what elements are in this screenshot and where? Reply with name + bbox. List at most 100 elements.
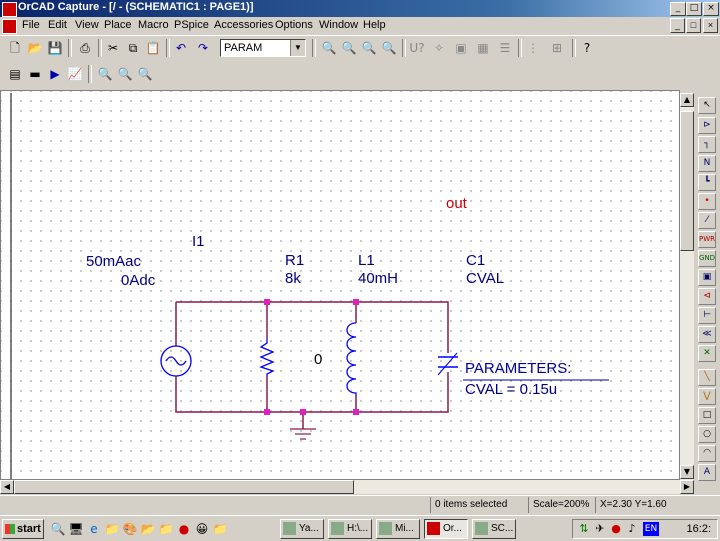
place-ellipse-icon[interactable]: ○: [698, 426, 716, 443]
zoom-in-icon[interactable]: 🔍: [320, 39, 338, 57]
parameters-title[interactable]: PARAMETERS:: [465, 360, 571, 377]
netlist-icon[interactable]: ▦: [474, 39, 492, 57]
task-button-1[interactable]: Ya...: [280, 519, 324, 539]
place-power-icon[interactable]: PWR: [698, 231, 716, 248]
quicklaunch-3-icon[interactable]: e: [86, 521, 102, 537]
resistor-value[interactable]: 8k: [285, 270, 301, 287]
quicklaunch-4-icon[interactable]: 📁: [104, 521, 120, 537]
language-indicator[interactable]: EN: [643, 522, 659, 536]
close-button[interactable]: ×: [703, 2, 719, 16]
task-button-3[interactable]: Mi...: [376, 519, 420, 539]
resistor-refdes[interactable]: R1: [285, 252, 304, 269]
title-bar[interactable]: OrCAD Capture - [/ - (SCHEMATIC1 : PAGE1…: [0, 0, 720, 17]
task-button-4[interactable]: Or...: [424, 519, 468, 539]
horizontal-scrollbar[interactable]: ◀ ▶: [0, 480, 694, 494]
edit-simulation-profile-icon[interactable]: ▬: [26, 65, 44, 83]
menu-options[interactable]: Options: [275, 19, 313, 31]
quicklaunch-10-icon[interactable]: 📁: [212, 521, 228, 537]
menu-place[interactable]: Place: [104, 19, 132, 31]
network-icon[interactable]: ⇅: [577, 522, 591, 536]
copy-icon[interactable]: ⧉: [124, 39, 142, 57]
place-net-alias-icon[interactable]: N: [698, 155, 716, 172]
place-no-connect-icon[interactable]: ✕: [698, 345, 716, 362]
clock[interactable]: 16:2:: [687, 523, 711, 535]
place-wire-icon[interactable]: ┐: [698, 136, 716, 153]
place-bus-entry-icon[interactable]: ⁄: [698, 212, 716, 229]
chevron-down-icon[interactable]: ▼: [290, 40, 305, 56]
power-marker-icon[interactable]: 🔍: [136, 65, 154, 83]
menu-help[interactable]: Help: [363, 19, 386, 31]
quicklaunch-9-icon[interactable]: 😀: [194, 521, 210, 537]
annotate-icon[interactable]: ✧: [430, 39, 448, 57]
capacitor-value[interactable]: CVAL: [466, 270, 504, 287]
menu-macro[interactable]: Macro: [138, 19, 169, 31]
view-simulation-results-icon[interactable]: 📈: [66, 65, 84, 83]
place-port-icon[interactable]: ⊲: [698, 288, 716, 305]
horizontal-scroll-thumb[interactable]: [14, 480, 354, 494]
place-ground-icon[interactable]: GND: [698, 250, 716, 267]
vertical-scrollbar[interactable]: ▲ ▼: [680, 93, 694, 480]
tray-app-icon[interactable]: ✈: [593, 522, 607, 536]
scroll-right-icon[interactable]: ▶: [680, 480, 694, 494]
mdi-close-button[interactable]: ×: [703, 18, 718, 33]
drc-icon[interactable]: ▣: [452, 39, 470, 57]
new-icon[interactable]: 🗋: [6, 39, 24, 57]
place-junction-icon[interactable]: •: [698, 193, 716, 210]
place-arc-icon[interactable]: ◠: [698, 445, 716, 462]
source-ac-value[interactable]: 50mAac: [86, 253, 141, 270]
bom-icon[interactable]: ☰: [496, 39, 514, 57]
zoom-area-icon[interactable]: 🔍: [360, 39, 378, 57]
undo-icon[interactable]: ↶: [172, 39, 190, 57]
task-button-2[interactable]: H:\...: [328, 519, 372, 539]
source-refdes[interactable]: I1: [192, 233, 205, 250]
zoom-out-icon[interactable]: 🔍: [340, 39, 358, 57]
ground-label[interactable]: 0: [314, 351, 322, 368]
print-icon[interactable]: ⎙: [76, 39, 94, 57]
select-tool-icon[interactable]: ↖: [698, 97, 716, 114]
quicklaunch-7-icon[interactable]: 📁: [158, 521, 174, 537]
help-query-icon[interactable]: U?: [408, 39, 426, 57]
minimize-button[interactable]: _: [670, 2, 686, 16]
document-icon[interactable]: [2, 19, 17, 34]
scroll-left-icon[interactable]: ◀: [0, 480, 14, 494]
menu-window[interactable]: Window: [319, 19, 358, 31]
place-part-icon[interactable]: ⊳: [698, 117, 716, 134]
quicklaunch-6-icon[interactable]: 📂: [140, 521, 156, 537]
voltage-marker-icon[interactable]: 🔍: [96, 65, 114, 83]
quicklaunch-8-icon[interactable]: ●: [176, 521, 192, 537]
quicklaunch-2-icon[interactable]: 🖥: [68, 521, 84, 537]
cut-icon[interactable]: ✂: [104, 39, 122, 57]
place-off-page-connector-icon[interactable]: ≪: [698, 326, 716, 343]
start-button[interactable]: start: [2, 519, 44, 539]
vertical-scroll-thumb[interactable]: [680, 111, 694, 251]
parameters-value[interactable]: CVAL = 0.15u: [465, 381, 557, 398]
crossref-icon[interactable]: ⋮: [524, 39, 542, 57]
project-manager-icon[interactable]: ⊞: [548, 39, 566, 57]
place-rectangle-icon[interactable]: □: [698, 407, 716, 424]
source-dc-value[interactable]: 0Adc: [121, 272, 155, 289]
place-polyline-icon[interactable]: ⋁: [698, 388, 716, 405]
place-bus-icon[interactable]: ┗: [698, 174, 716, 191]
capacitor-refdes[interactable]: C1: [466, 252, 485, 269]
save-icon[interactable]: 💾: [46, 39, 64, 57]
scroll-down-icon[interactable]: ▼: [680, 465, 694, 479]
orcad-app-icon[interactable]: [2, 2, 17, 17]
menu-pspice[interactable]: PSpice: [174, 19, 209, 31]
place-pin-icon[interactable]: ⊢: [698, 307, 716, 324]
volume-icon[interactable]: ♪: [625, 522, 639, 536]
task-button-5[interactable]: SC...: [472, 519, 516, 539]
quicklaunch-1-icon[interactable]: 🔍: [50, 521, 66, 537]
menu-accessories[interactable]: Accessories: [214, 19, 273, 31]
quicklaunch-5-icon[interactable]: 🎨: [122, 521, 138, 537]
current-marker-icon[interactable]: 🔍: [116, 65, 134, 83]
schematic-canvas[interactable]: out I1 50mAac 0Adc R1 8k L1 40mH C1 CVAL…: [0, 90, 680, 480]
scroll-up-icon[interactable]: ▲: [680, 93, 694, 107]
inductor-refdes[interactable]: L1: [358, 252, 375, 269]
menu-view[interactable]: View: [75, 19, 99, 31]
place-line-icon[interactable]: ╲: [698, 369, 716, 386]
net-label-out[interactable]: out: [446, 195, 467, 212]
mdi-restore-button[interactable]: □: [686, 18, 701, 33]
part-select-dropdown[interactable]: PARAM ▼: [220, 39, 306, 57]
new-simulation-profile-icon[interactable]: ▤: [6, 65, 24, 83]
help-icon[interactable]: ?: [578, 39, 596, 57]
